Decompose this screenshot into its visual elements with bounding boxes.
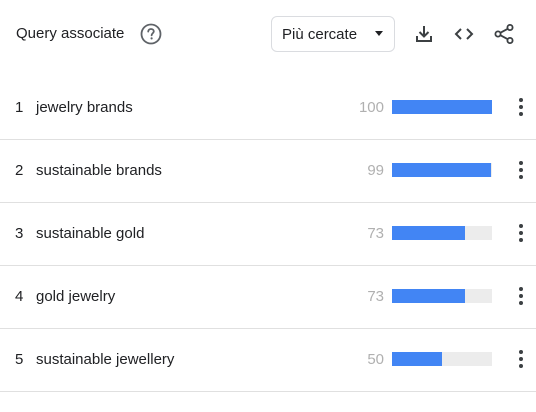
row-value: 73 bbox=[367, 225, 384, 242]
value-bar-fill bbox=[392, 226, 465, 240]
row-query-link[interactable]: gold jewelry bbox=[36, 288, 115, 306]
row-query-link[interactable]: jewelry brands bbox=[36, 99, 133, 117]
value-bar-track bbox=[392, 289, 492, 303]
list-item[interactable]: 4 gold jewelry 73 bbox=[0, 266, 536, 329]
more-vert-icon[interactable] bbox=[514, 222, 528, 244]
help-icon[interactable] bbox=[140, 23, 162, 45]
value-bar-track bbox=[392, 226, 492, 240]
row-rank: 2 bbox=[15, 162, 24, 179]
caret-down-icon bbox=[375, 31, 383, 36]
value-bar-fill bbox=[392, 100, 492, 114]
more-vert-icon[interactable] bbox=[514, 348, 528, 370]
row-value: 100 bbox=[358, 99, 384, 116]
row-value: 73 bbox=[367, 288, 384, 305]
row-query-link[interactable]: sustainable brands bbox=[36, 162, 162, 180]
more-vert-icon[interactable] bbox=[514, 159, 528, 181]
row-rank: 4 bbox=[15, 288, 24, 305]
sort-dropdown[interactable]: Più cercate bbox=[271, 16, 395, 52]
related-queries-list: 1 jewelry brands 100 2 sustainable brand… bbox=[0, 77, 536, 392]
sort-dropdown-value: Più cercate bbox=[282, 26, 358, 43]
download-icon[interactable] bbox=[412, 22, 436, 46]
value-bar-track bbox=[392, 100, 492, 114]
row-query-link[interactable]: sustainable jewellery bbox=[36, 351, 174, 369]
row-rank: 1 bbox=[15, 99, 24, 116]
list-item[interactable]: 3 sustainable gold 73 bbox=[0, 203, 536, 266]
embed-code-icon[interactable] bbox=[452, 22, 476, 46]
share-icon[interactable] bbox=[492, 22, 516, 46]
widget-title: Query associate bbox=[16, 25, 125, 42]
list-item[interactable]: 5 sustainable jewellery 50 bbox=[0, 329, 536, 392]
row-rank: 3 bbox=[15, 225, 24, 242]
value-bar-track bbox=[392, 163, 492, 177]
row-value: 50 bbox=[367, 351, 384, 368]
row-rank: 5 bbox=[15, 351, 24, 368]
value-bar-fill bbox=[392, 352, 442, 366]
list-item[interactable]: 2 sustainable brands 99 bbox=[0, 140, 536, 203]
value-bar-fill bbox=[392, 289, 465, 303]
more-vert-icon[interactable] bbox=[514, 285, 528, 307]
value-bar-track bbox=[392, 352, 492, 366]
row-query-link[interactable]: sustainable gold bbox=[36, 225, 144, 243]
widget-header: Query associate Più cercate bbox=[0, 0, 536, 70]
more-vert-icon[interactable] bbox=[514, 96, 528, 118]
value-bar-fill bbox=[392, 163, 491, 177]
list-item[interactable]: 1 jewelry brands 100 bbox=[0, 77, 536, 140]
row-value: 99 bbox=[367, 162, 384, 179]
